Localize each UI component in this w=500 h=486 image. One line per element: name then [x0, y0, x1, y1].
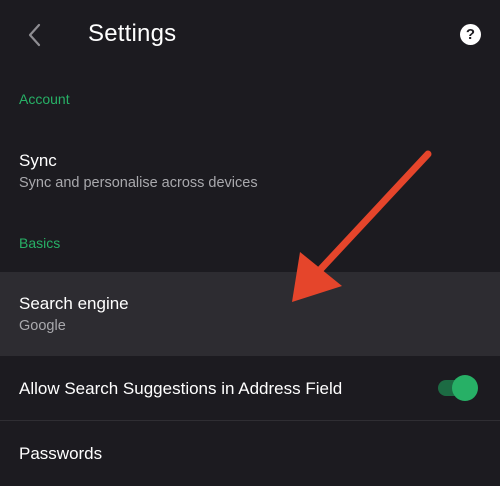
sync-title: Sync [19, 151, 57, 170]
settings-item-search-engine[interactable]: Search engine Google [0, 272, 500, 356]
settings-item-sync[interactable]: Sync Sync and personalise across devices [0, 136, 500, 208]
search-engine-title: Search engine [19, 294, 129, 313]
page-title: Settings [88, 20, 177, 47]
help-circle-icon[interactable]: ? [460, 24, 481, 45]
toggle-thumb [452, 375, 478, 401]
settings-item-passwords[interactable]: Passwords [0, 421, 500, 486]
back-button[interactable] [18, 18, 52, 52]
section-header-basics: Basics [19, 235, 61, 251]
section-header-account: Account [19, 91, 70, 107]
search-engine-value: Google [19, 318, 66, 334]
search-suggestions-toggle[interactable] [436, 375, 478, 401]
sync-subtitle: Sync and personalise across devices [19, 175, 258, 191]
passwords-title: Passwords [19, 444, 103, 463]
chevron-left-icon [28, 23, 41, 47]
settings-screen: Settings ? Account Sync Sync and persona… [0, 0, 500, 486]
search-suggestions-title: Allow Search Suggestions in Address Fiel… [19, 379, 343, 398]
settings-item-search-suggestions[interactable]: Allow Search Suggestions in Address Fiel… [0, 356, 500, 420]
app-bar: Settings ? [0, 0, 500, 70]
